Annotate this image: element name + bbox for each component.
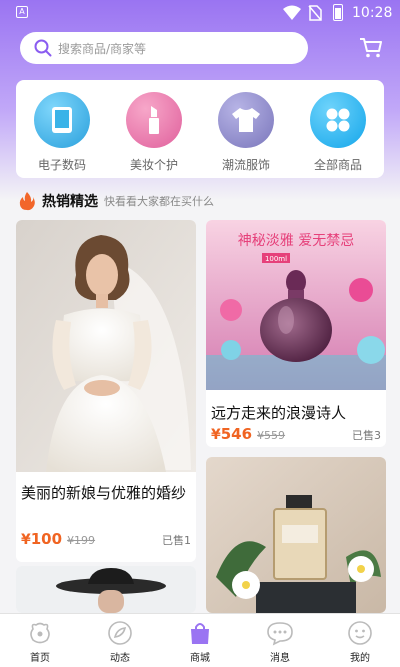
price-value: 100 (30, 530, 63, 548)
product-price-row: ¥100 ¥199 已售1 (21, 530, 191, 550)
currency-symbol: ¥ (211, 427, 221, 443)
original-price: ¥199 (67, 534, 96, 547)
hat-product-image (16, 566, 196, 613)
grid-icon (310, 92, 366, 148)
product-card[interactable] (206, 457, 386, 613)
fire-icon (19, 192, 35, 211)
product-price: ¥546 (211, 425, 252, 443)
tablet-icon (34, 92, 90, 148)
shop-bag-icon (191, 623, 209, 644)
category-beauty[interactable]: 美妆个护 (114, 92, 194, 178)
tab-feed[interactable]: 动态 (90, 614, 150, 667)
section-title: 热销精选 (42, 194, 98, 210)
category-label: 美妆个护 (129, 158, 178, 172)
search-placeholder: 搜索商品/商家等 (58, 41, 147, 56)
category-label: 全部商品 (313, 158, 362, 172)
notification-a-icon: A (16, 6, 28, 18)
wifi-icon (283, 5, 301, 20)
home-icon (30, 622, 50, 644)
no-sim-icon (308, 5, 322, 21)
category-panel: 电子数码 美妆个护 潮流服饰 全部商品 (16, 80, 384, 178)
search-input[interactable]: 搜索商品/商家等 (20, 32, 308, 64)
section-subtitle: 快看看大家都在买什么 (104, 195, 214, 208)
tab-profile[interactable]: 我的 (330, 614, 390, 667)
feed-icon (108, 621, 132, 645)
tab-label: 我的 (350, 653, 370, 664)
category-electronics[interactable]: 电子数码 (22, 92, 102, 178)
category-label: 电子数码 (37, 158, 86, 172)
currency-symbol: ¥ (21, 532, 31, 548)
product-card[interactable] (16, 566, 196, 613)
product-price: ¥100 (21, 530, 62, 548)
sold-count: 已售3 (352, 429, 381, 442)
perfume-product-image: 神秘淡雅 爱无禁忌 100ml (206, 220, 386, 390)
lipstick-icon (126, 92, 182, 148)
product-name: 远方走来的浪漫诗人 (211, 404, 347, 422)
search-icon (34, 39, 52, 57)
tab-home[interactable]: 首页 (10, 614, 70, 667)
battery-icon (333, 4, 343, 21)
tab-label: 首页 (30, 653, 50, 664)
tab-label: 动态 (110, 653, 130, 664)
tab-shop[interactable]: 商城 (170, 614, 230, 667)
bottom-tab-bar: 首页 动态 商城 消息 我的 (0, 613, 400, 667)
sold-count: 已售1 (162, 534, 191, 547)
product-name: 美丽的新娘与优雅的婚纱 (21, 484, 187, 502)
category-all[interactable]: 全部商品 (298, 92, 378, 178)
bride-product-image (16, 220, 196, 472)
message-icon (267, 622, 293, 646)
cart-icon[interactable] (359, 37, 383, 59)
tab-label: 商城 (190, 653, 210, 664)
product-price-row: ¥546 ¥559 已售3 (211, 425, 381, 445)
clock: 10:28 (352, 5, 393, 21)
price-value: 546 (220, 425, 253, 443)
tshirt-icon (218, 92, 274, 148)
hot-picks-header: 热销精选 快看看大家都在买什么 (18, 190, 214, 212)
product-card[interactable]: 神秘淡雅 爱无禁忌 100ml 远方走来的浪漫诗人 ¥546 ¥559 已售3 (206, 220, 386, 447)
perfume-bottle-product-image (206, 457, 386, 613)
original-price: ¥559 (257, 429, 286, 442)
tab-messages[interactable]: 消息 (250, 614, 310, 667)
category-fashion[interactable]: 潮流服饰 (206, 92, 286, 178)
profile-icon (348, 621, 372, 645)
promo-volume-tag: 100ml (265, 255, 287, 263)
category-label: 潮流服饰 (221, 158, 270, 172)
tab-label: 消息 (270, 653, 290, 664)
promo-slogan: 神秘淡雅 爱无禁忌 (238, 233, 354, 249)
product-card[interactable]: 美丽的新娘与优雅的婚纱 ¥100 ¥199 已售1 (16, 220, 196, 562)
status-bar: A 10:28 (0, 0, 400, 26)
